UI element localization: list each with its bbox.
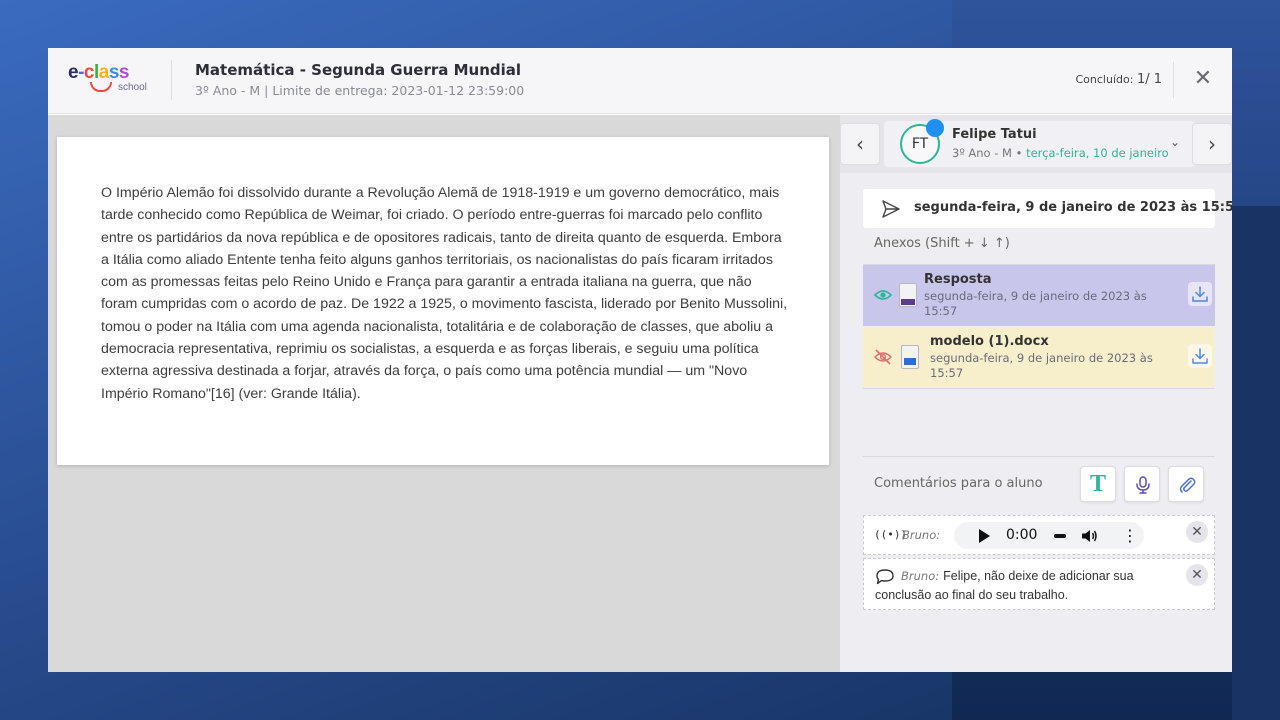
attachment-item[interactable]: Resposta segunda-feira, 9 de janeiro de … <box>863 265 1215 326</box>
completed-label: Concluído: <box>1075 73 1134 86</box>
eclass-logo: e-class school <box>68 62 154 98</box>
divider <box>863 388 1215 389</box>
previous-student-button[interactable]: ‹ <box>840 123 880 165</box>
text-comment: Bruno: Felipe, não deixe de adicionar sua… <box>863 558 1215 610</box>
delete-comment-button[interactable]: ✕ <box>1186 564 1208 586</box>
attachments-label: Anexos (Shift + ↓ ↑) <box>874 236 1010 251</box>
divider <box>863 456 1215 457</box>
audio-progress-bar[interactable] <box>1054 534 1066 538</box>
logo-sub: school <box>118 82 147 93</box>
paperclip-icon <box>1179 477 1196 493</box>
student-date: terça-feira, 10 de janeiro <box>1026 146 1169 160</box>
comments-label: Comentários para o aluno <box>874 476 1043 491</box>
download-button[interactable] <box>1188 282 1212 306</box>
attachment-item[interactable]: modelo (1).docx segunda-feira, 9 de jane… <box>863 327 1215 388</box>
add-file-comment-button[interactable] <box>1168 466 1204 502</box>
attachment-name: Resposta <box>924 272 992 287</box>
page-subtitle: 3º Ano - M | Limite de entrega: 2023-01-… <box>195 83 525 98</box>
download-icon <box>1192 348 1208 364</box>
microphone-icon <box>1136 476 1150 494</box>
add-audio-comment-button[interactable] <box>1124 466 1160 502</box>
student-navigation: ‹ FT Felipe Tatui 3º Ano - M • terça-fei… <box>840 115 1232 173</box>
chevron-down-icon: ⌄ <box>1169 135 1180 149</box>
completed-value: 1/ 1 <box>1136 72 1162 87</box>
file-icon <box>899 283 917 307</box>
correction-window: e-class school Matemática - Segunda Guer… <box>48 48 1232 672</box>
submission-date-box: segunda-feira, 9 de janeiro de 2023 às 1… <box>863 189 1232 228</box>
header-divider-right <box>1173 62 1174 98</box>
comment-text: Bruno: Felipe, não deixe de adicionar sua… <box>875 567 1175 605</box>
right-panel: ‹ FT Felipe Tatui 3º Ano - M • terça-fei… <box>840 115 1232 672</box>
student-selector[interactable]: FT Felipe Tatui 3º Ano - M • terça-feira… <box>884 119 1196 167</box>
student-info: 3º Ano - M • terça-feira, 10 de janeiro <box>952 146 1169 160</box>
logo-smile-icon <box>90 82 112 92</box>
add-text-comment-button[interactable]: T <box>1080 466 1116 502</box>
volume-icon[interactable] <box>1080 527 1098 545</box>
text-icon: T <box>1089 471 1106 497</box>
header-divider <box>171 60 172 100</box>
status-dot-icon <box>926 119 944 137</box>
docx-file-icon <box>901 345 919 369</box>
send-icon <box>882 200 900 218</box>
page-title: Matemática - Segunda Guerra Mundial <box>195 61 522 79</box>
more-options-icon[interactable]: ⋮ <box>1122 526 1138 545</box>
next-student-button[interactable]: › <box>1192 123 1232 165</box>
eye-icon[interactable] <box>874 287 892 303</box>
attachment-date: segunda-feira, 9 de janeiro de 2023 às 1… <box>924 289 1147 318</box>
logo-text: e-class <box>68 62 130 83</box>
audio-comment: ((•)) Bruno: 0:00 ⋮ ✕ <box>863 515 1215 555</box>
download-button[interactable] <box>1188 344 1212 368</box>
attachment-date: segunda-feira, 9 de janeiro de 2023 às 1… <box>930 351 1153 380</box>
completed-counter: Concluído: 1/ 1 <box>1076 72 1163 87</box>
student-name: Felipe Tatui <box>952 127 1037 142</box>
student-class: 3º Ano - M • <box>952 146 1023 160</box>
document-text: O Império Alemão foi dissolvido durante … <box>101 185 788 402</box>
document-page: O Império Alemão foi dissolvido durante … <box>57 137 829 465</box>
close-button[interactable]: ✕ <box>1192 68 1214 90</box>
download-icon <box>1192 286 1208 302</box>
eye-off-icon[interactable] <box>874 349 892 365</box>
audio-player[interactable]: 0:00 ⋮ <box>954 522 1144 549</box>
delete-comment-button[interactable]: ✕ <box>1186 521 1208 543</box>
play-icon[interactable] <box>979 529 990 543</box>
header: e-class school Matemática - Segunda Guer… <box>48 48 1232 114</box>
submission-date: segunda-feira, 9 de janeiro de 2023 às 1… <box>914 200 1232 215</box>
attachment-name: modelo (1).docx <box>930 334 1049 349</box>
comment-author: Bruno: <box>902 528 941 542</box>
background-strip <box>1232 206 1280 720</box>
comment-author: Bruno: <box>901 569 940 583</box>
audio-time: 0:00 <box>1006 527 1038 543</box>
document-viewer[interactable]: O Império Alemão foi dissolvido durante … <box>48 115 840 672</box>
